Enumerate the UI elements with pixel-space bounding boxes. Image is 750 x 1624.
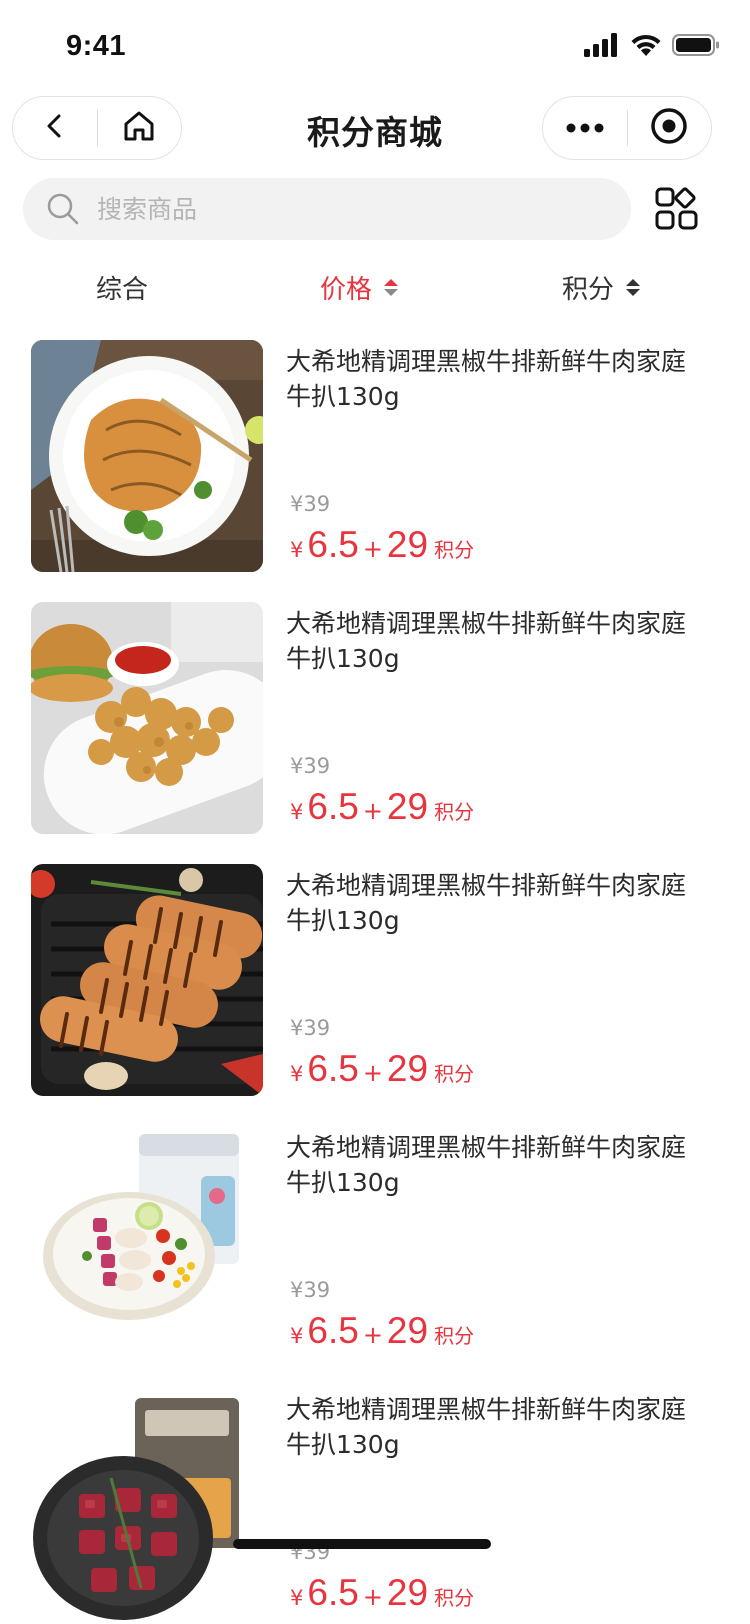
product-image bbox=[31, 864, 263, 1096]
product-card[interactable]: 大希地精调理黑椒牛排新鲜牛肉家庭牛扒130g ¥39 ¥ 6.5 + 29 积分 bbox=[0, 864, 750, 1126]
product-title: 大希地精调理黑椒牛排新鲜牛肉家庭牛扒130g bbox=[286, 1133, 687, 1197]
price-row: ¥ 6.5 + 29 积分 bbox=[290, 1310, 474, 1352]
sort-label: 积分 bbox=[562, 274, 615, 305]
nav-bar: 积分商城 bbox=[0, 96, 750, 162]
cash-price: 6.5 bbox=[307, 786, 359, 827]
plus-sign: + bbox=[362, 1059, 383, 1087]
status-bar: 9:41 bbox=[0, 0, 750, 92]
points-unit: 积分 bbox=[434, 1324, 475, 1348]
points-price: 29 bbox=[386, 1048, 429, 1089]
original-price: ¥39 bbox=[290, 1278, 331, 1302]
product-title: 大希地精调理黑椒牛排新鲜牛肉家庭牛扒130g bbox=[286, 609, 687, 673]
product-image bbox=[31, 1388, 263, 1620]
product-card[interactable]: 大希地精调理黑椒牛排新鲜牛肉家庭牛扒130g ¥39 ¥ 6.5 + 29 积分 bbox=[0, 1126, 750, 1388]
cash-price: 6.5 bbox=[307, 524, 359, 565]
currency-symbol: ¥ bbox=[290, 538, 304, 562]
cash-price: 6.5 bbox=[307, 1310, 359, 1351]
points-unit: 积分 bbox=[434, 1062, 475, 1086]
points-price: 29 bbox=[386, 1572, 429, 1613]
plus-sign: + bbox=[362, 535, 383, 563]
more-button[interactable] bbox=[543, 96, 627, 160]
original-price: ¥39 bbox=[290, 754, 331, 778]
product-image bbox=[31, 602, 263, 834]
plus-sign: + bbox=[362, 1583, 383, 1611]
points-price: 29 bbox=[386, 1310, 429, 1351]
plus-sign: + bbox=[362, 797, 383, 825]
points-unit: 积分 bbox=[434, 800, 475, 824]
close-miniprogram-button[interactable] bbox=[628, 96, 712, 160]
status-time: 9:41 bbox=[66, 30, 127, 62]
points-price: 29 bbox=[386, 786, 429, 827]
price-row: ¥ 6.5 + 29 积分 bbox=[290, 786, 474, 828]
product-image bbox=[31, 1126, 263, 1358]
apps-grid-icon bbox=[654, 187, 700, 236]
price-row: ¥ 6.5 + 29 积分 bbox=[290, 1572, 474, 1614]
cash-price: 6.5 bbox=[307, 1048, 359, 1089]
points-unit: 积分 bbox=[434, 538, 475, 562]
product-image bbox=[31, 340, 263, 572]
battery-icon bbox=[672, 33, 720, 61]
sort-bar: 综合 价格 积分 bbox=[0, 262, 750, 312]
sort-price[interactable]: 价格 bbox=[320, 262, 399, 312]
search-input[interactable] bbox=[97, 184, 577, 234]
nav-capsule-right bbox=[542, 96, 712, 160]
sort-comprehensive[interactable]: 综合 bbox=[96, 262, 148, 312]
currency-symbol: ¥ bbox=[290, 1062, 304, 1086]
product-title: 大希地精调理黑椒牛排新鲜牛肉家庭牛扒130g bbox=[286, 347, 687, 411]
sort-points[interactable]: 积分 bbox=[562, 262, 641, 312]
sort-arrows-icon bbox=[626, 278, 641, 296]
target-icon bbox=[650, 107, 688, 149]
price-row: ¥ 6.5 + 29 积分 bbox=[290, 1048, 474, 1090]
search-row bbox=[0, 178, 750, 240]
currency-symbol: ¥ bbox=[290, 800, 304, 824]
sort-arrows-icon bbox=[384, 278, 399, 296]
product-card[interactable]: 大希地精调理黑椒牛排新鲜牛肉家庭牛扒130g ¥39 ¥ 6.5 + 29 积分 bbox=[0, 340, 750, 602]
cash-price: 6.5 bbox=[307, 1572, 359, 1613]
currency-symbol: ¥ bbox=[290, 1324, 304, 1348]
more-dots-icon bbox=[565, 119, 605, 138]
home-indicator bbox=[233, 1539, 491, 1549]
screen: 9:41 积分商城 搜索商品 综合 价格 积分 大希地精调理黑椒牛排新鲜牛肉家庭… bbox=[0, 0, 750, 1624]
wifi-icon bbox=[630, 33, 662, 61]
price-row: ¥ 6.5 + 29 积分 bbox=[290, 524, 474, 566]
search-icon bbox=[45, 191, 81, 227]
product-card[interactable]: 大希地精调理黑椒牛排新鲜牛肉家庭牛扒130g ¥39 ¥ 6.5 + 29 积分 bbox=[0, 1388, 750, 1624]
product-title: 大希地精调理黑椒牛排新鲜牛肉家庭牛扒130g bbox=[286, 871, 687, 935]
search-box[interactable] bbox=[23, 178, 631, 240]
original-price: ¥39 bbox=[290, 1016, 331, 1040]
status-icons bbox=[584, 32, 720, 62]
points-price: 29 bbox=[386, 524, 429, 565]
category-grid-button[interactable] bbox=[654, 186, 700, 232]
product-title: 大希地精调理黑椒牛排新鲜牛肉家庭牛扒130g bbox=[286, 1395, 687, 1459]
product-list: 大希地精调理黑椒牛排新鲜牛肉家庭牛扒130g ¥39 ¥ 6.5 + 29 积分 bbox=[0, 340, 750, 1624]
product-card[interactable]: 大希地精调理黑椒牛排新鲜牛肉家庭牛扒130g ¥39 ¥ 6.5 + 29 积分 bbox=[0, 602, 750, 864]
sort-label: 价格 bbox=[320, 274, 373, 305]
sort-label: 综合 bbox=[96, 274, 149, 305]
points-unit: 积分 bbox=[434, 1586, 475, 1610]
original-price: ¥39 bbox=[290, 492, 331, 516]
currency-symbol: ¥ bbox=[290, 1586, 304, 1610]
plus-sign: + bbox=[362, 1321, 383, 1349]
cellular-signal-icon bbox=[584, 33, 620, 61]
